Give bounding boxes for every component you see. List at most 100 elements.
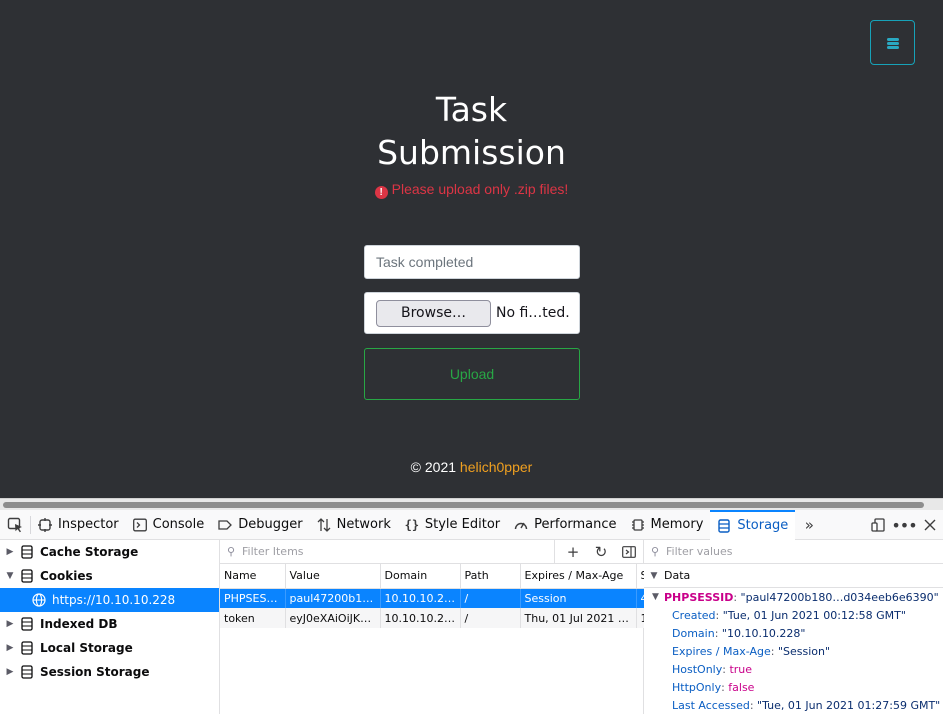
scrollbar-thumb[interactable] xyxy=(3,502,924,508)
tree-item-session-storage[interactable]: ▶ Session Storage xyxy=(0,660,219,684)
filter-values-input[interactable] xyxy=(666,545,916,558)
tree-item-local-storage[interactable]: ▶ Local Storage xyxy=(0,636,219,660)
prop-key: HttpOnly xyxy=(672,680,722,694)
responsive-design-button[interactable] xyxy=(865,510,891,540)
cell-value[interactable]: eyJ0eXAiOiJK… xyxy=(285,608,381,628)
table-tools: + ↻ xyxy=(554,540,643,564)
table-header-row: Name Value Domain Path Expires / Max-Age… xyxy=(220,564,645,589)
database-icon xyxy=(20,569,34,583)
cell-name[interactable]: token xyxy=(220,608,286,628)
data-prop-hostonly[interactable]: HostOnly: true xyxy=(644,660,943,678)
data-section-header[interactable]: ▼ Data xyxy=(644,564,943,588)
file-input[interactable]: Browse… No fi…ted. xyxy=(364,292,580,334)
refresh-button[interactable]: ↻ xyxy=(587,540,615,564)
database-icon xyxy=(20,665,34,679)
cell-domain[interactable]: 10.10.10.2… xyxy=(380,608,461,628)
tab-network[interactable]: Network xyxy=(310,510,398,540)
cell-expires[interactable]: Thu, 01 Jul 2021 … xyxy=(520,608,637,628)
browser-viewport: Task Submission ! Please upload only .zip… xyxy=(0,0,943,714)
console-icon xyxy=(132,518,147,532)
element-picker-icon xyxy=(7,517,22,532)
expand-arrow-icon[interactable]: ▶ xyxy=(4,667,16,677)
tab-memory[interactable]: Memory xyxy=(624,510,711,540)
cell-size[interactable]: 1 xyxy=(636,608,645,628)
tree-label-local-storage: Local Storage xyxy=(40,641,133,655)
storage-icon xyxy=(717,518,731,533)
tab-storage[interactable]: Storage xyxy=(710,509,796,540)
column-header-name[interactable]: Name xyxy=(220,564,286,589)
table-row[interactable]: token eyJ0eXAiOiJK… 10.10.10.2… / Thu, 0… xyxy=(220,608,645,628)
more-tabs-button[interactable]: » xyxy=(795,510,829,540)
column-header-size[interactable]: S xyxy=(636,564,645,589)
column-header-path[interactable]: Path xyxy=(460,564,521,589)
data-prop-httponly[interactable]: HttpOnly: false xyxy=(644,678,943,696)
tab-debugger[interactable]: Debugger xyxy=(211,510,309,540)
tab-inspector-label: Inspector xyxy=(58,517,119,532)
tree-item-cookies-host[interactable]: https://10.10.10.228 xyxy=(0,588,219,612)
database-icon xyxy=(20,641,34,655)
prop-value: false xyxy=(728,680,755,694)
expand-arrow-icon[interactable]: ▶ xyxy=(4,643,16,653)
inspector-icon xyxy=(38,517,52,532)
column-header-value[interactable]: Value xyxy=(285,564,381,589)
performance-icon xyxy=(514,518,528,532)
horizontal-scrollbar[interactable] xyxy=(0,498,943,510)
footer-author-link[interactable]: helich0pper xyxy=(460,459,532,475)
collapse-arrow-icon[interactable]: ▼ xyxy=(648,571,660,581)
table-row[interactable]: PHPSES… paul47200b1… 10.10.10.2… / Sessi… xyxy=(220,588,645,608)
tree-item-indexed-db[interactable]: ▶ Indexed DB xyxy=(0,612,219,636)
tab-performance[interactable]: Performance xyxy=(507,510,623,540)
memory-icon xyxy=(631,518,645,532)
colon-separator: : xyxy=(715,608,723,622)
data-entry-phpsessid[interactable]: ▼ PHPSESSID: "paul47200b180…d034eeb6e639… xyxy=(644,588,943,606)
collapse-arrow-icon[interactable]: ▼ xyxy=(652,592,664,602)
tab-style-editor[interactable]: {} Style Editor xyxy=(398,510,507,540)
upload-button[interactable]: Upload xyxy=(364,348,580,400)
close-devtools-button[interactable] xyxy=(917,510,943,540)
tree-label-cookies: Cookies xyxy=(40,569,93,583)
hamburger-icon xyxy=(886,37,899,49)
tab-inspector[interactable]: Inspector xyxy=(31,510,126,540)
data-prop-expires[interactable]: Expires / Max-Age: "Session" xyxy=(644,642,943,660)
data-prop-domain[interactable]: Domain: "10.10.10.228" xyxy=(644,624,943,642)
colon-separator: : xyxy=(721,680,729,694)
data-sidebar: ⚲ ▼ Data ▼ PHPSESSID: "paul47200b180…d03… xyxy=(644,540,943,714)
toggle-sidebar-button[interactable] xyxy=(615,540,643,564)
collapse-arrow-icon[interactable]: ▼ xyxy=(4,571,16,581)
network-icon xyxy=(317,517,331,532)
data-prop-created[interactable]: Created: "Tue, 01 Jun 2021 00:12:58 GMT" xyxy=(644,606,943,624)
tree-label-indexed-db: Indexed DB xyxy=(40,617,118,631)
tab-storage-label: Storage xyxy=(737,518,789,533)
browse-button[interactable]: Browse… xyxy=(376,299,491,327)
data-prop-last-accessed[interactable]: Last Accessed: "Tue, 01 Jun 2021 01:27:5… xyxy=(644,696,943,714)
expand-arrow-icon[interactable]: ▶ xyxy=(4,547,16,557)
cell-path[interactable]: / xyxy=(460,588,521,608)
debugger-icon xyxy=(218,518,233,532)
data-header-label: Data xyxy=(664,569,691,582)
element-picker-button[interactable] xyxy=(0,510,30,540)
tree-item-cookies[interactable]: ▼ Cookies xyxy=(0,564,219,588)
cell-path[interactable]: / xyxy=(460,608,521,628)
add-item-button[interactable]: + xyxy=(559,540,587,564)
navbar-toggle-button[interactable] xyxy=(870,20,915,65)
column-header-expires[interactable]: Expires / Max-Age xyxy=(520,564,637,589)
cell-expires[interactable]: Session xyxy=(520,588,637,608)
cell-value[interactable]: paul47200b1… xyxy=(285,588,381,608)
menu-button[interactable]: ••• xyxy=(891,510,917,540)
tab-console[interactable]: Console xyxy=(126,510,212,540)
prop-key: Created xyxy=(672,608,716,622)
chevron-double-right-icon: » xyxy=(804,515,814,534)
tree-item-cache-storage[interactable]: ▶ Cache Storage xyxy=(0,540,219,564)
cell-name[interactable]: PHPSES… xyxy=(220,588,286,608)
filter-items-input[interactable] xyxy=(242,545,542,558)
data-key: PHPSESSID xyxy=(664,590,734,604)
column-header-domain[interactable]: Domain xyxy=(380,564,461,589)
expand-arrow-icon[interactable]: ▶ xyxy=(4,619,16,629)
task-input[interactable] xyxy=(364,245,580,279)
cell-size[interactable]: 4 xyxy=(636,588,645,608)
cell-domain[interactable]: 10.10.10.2… xyxy=(380,588,461,608)
tree-label-cookies-host: https://10.10.10.228 xyxy=(52,593,176,607)
filter-icon: ⚲ xyxy=(650,545,660,558)
colon-separator: : xyxy=(749,698,758,712)
style-editor-icon: {} xyxy=(404,517,420,532)
